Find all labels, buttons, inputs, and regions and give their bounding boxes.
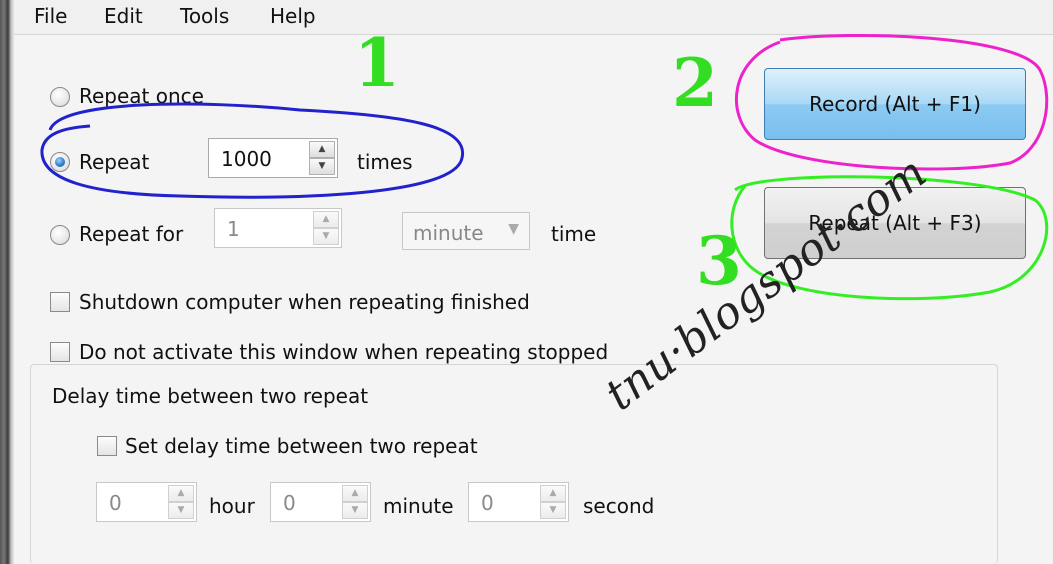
blue-circle-annotation xyxy=(40,102,465,199)
annotation-overlay xyxy=(40,33,1049,301)
annotation-number-2: 2 xyxy=(672,44,718,122)
magenta-circle-annotation xyxy=(734,33,1049,171)
annotation-number-1: 1 xyxy=(354,24,400,102)
